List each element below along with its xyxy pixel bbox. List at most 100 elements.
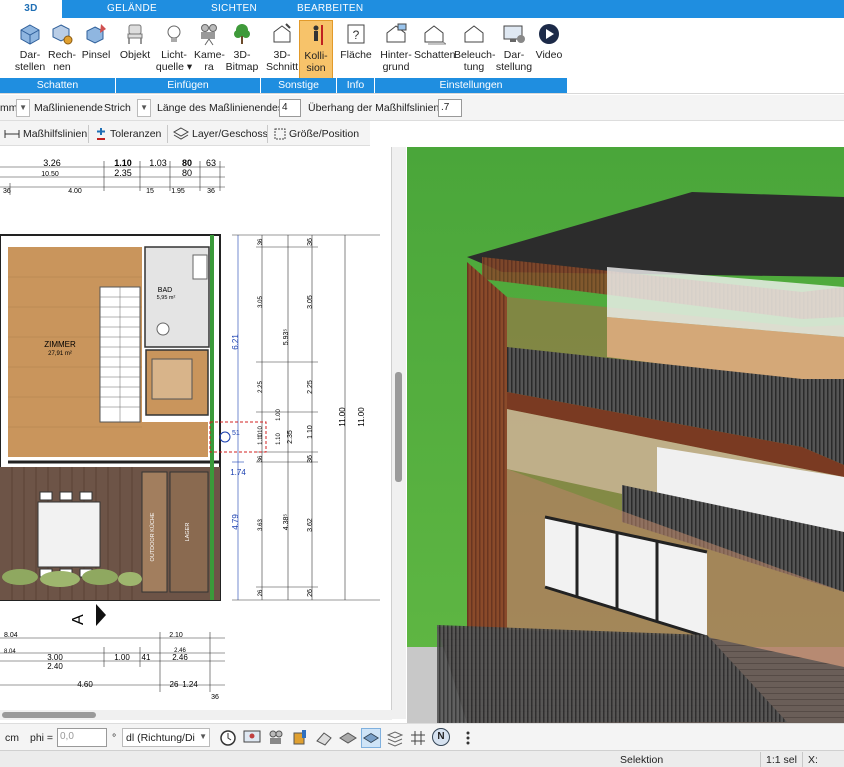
dim-right-36a: 36: [258, 238, 264, 245]
status-bar: Selektion 1:1 sel X:: [0, 750, 844, 767]
length-spinner[interactable]: 4: [279, 99, 301, 117]
tolerances-button[interactable]: Toleranzen: [95, 125, 161, 143]
3d-bitmap-button[interactable]: 3D- Bitmap: [224, 20, 260, 80]
tab-sichten[interactable]: SICHTEN: [200, 0, 268, 18]
tab-3d[interactable]: 3D: [0, 0, 62, 18]
dim-top-3-26: 3.26: [43, 158, 61, 168]
degree-label: °: [112, 732, 117, 744]
dim-bottom-2-10: 2.10: [169, 632, 183, 639]
unit-dropdown[interactable]: ▼: [16, 99, 30, 117]
object-button[interactable]: Objekt: [118, 20, 152, 80]
phi-input[interactable]: 0,0: [57, 728, 107, 747]
3d-bitmap-label-1: 3D-: [233, 49, 251, 61]
end-dropdown[interactable]: ▼: [137, 99, 151, 117]
plan-vertical-scrollbar[interactable]: [392, 147, 406, 719]
dim-right-4-79: 4.79: [231, 514, 240, 530]
room-label-outdoor-kitchen: OUTDOOR KÜCHE: [149, 512, 156, 561]
area-button[interactable]: ? Fläche: [339, 20, 373, 80]
background-button[interactable]: Hinter- grund: [378, 20, 414, 80]
clock-icon[interactable]: [218, 728, 238, 748]
dim-bottom-8-04b: 8.04: [4, 649, 16, 655]
chair-icon: [127, 24, 143, 44]
light-source-label-2: quelle ▾: [155, 61, 193, 73]
size-position-button[interactable]: Größe/Position: [274, 125, 359, 143]
calculate-button[interactable]: Rech- nen: [46, 20, 78, 80]
room-label-bad: BAD: [158, 287, 172, 294]
texture-icon[interactable]: [338, 728, 358, 748]
background-label-2: grund: [382, 61, 410, 73]
dim-bottom-2-40: 2.40: [47, 662, 63, 671]
render-button[interactable]: Dar- stellen: [12, 20, 48, 80]
dim-right-3-05b: 3.05: [307, 295, 314, 309]
cube-icon: [20, 24, 40, 45]
more-options-icon[interactable]: [458, 728, 478, 748]
layer-button[interactable]: Layer/Geschoss: [173, 125, 268, 143]
overhang-spinner[interactable]: .7: [438, 99, 462, 117]
light-source-button[interactable]: Licht- quelle ▾: [155, 20, 193, 80]
chevron-down-icon: ▼: [140, 103, 148, 112]
room-label-zimmer: ZIMMER: [44, 340, 76, 349]
3d-bitmap-label-2: Bitmap: [225, 61, 259, 73]
phi-value: 0,0: [60, 731, 74, 742]
bottom-toolbar: cm phi = 0,0 ° dl (Richtung/Di ▼ N: [0, 723, 844, 750]
object-label: Objekt: [119, 49, 151, 61]
person-icon: [313, 25, 323, 45]
dim-right-1-10b: 1.10: [307, 425, 314, 439]
status-scale: 1:1 sel: [766, 754, 797, 766]
property-bar: mm ▼ Maßlinienende Strich ▼ Länge des Ma…: [0, 95, 844, 121]
length-label: Länge des Maßlinienendes: [157, 102, 284, 114]
eraser-icon[interactable]: [314, 728, 334, 748]
house-light-icon: [464, 25, 484, 43]
dim-right-36d: 36: [307, 455, 314, 463]
group-misc: Sonstige: [261, 78, 337, 93]
plane-view-button[interactable]: [361, 728, 381, 748]
lighting-button[interactable]: Beleuch- tung: [454, 20, 495, 80]
tab-bearbeiten[interactable]: BEARBEITEN: [297, 0, 363, 18]
scroll-thumb[interactable]: [395, 372, 402, 482]
display-settings-label-1: Dar-: [503, 49, 525, 61]
3d-section-button[interactable]: 3D- Schnitt: [265, 20, 299, 80]
brush-label: Pinsel: [81, 49, 111, 61]
collision-button[interactable]: Kolli- sion: [299, 20, 333, 80]
tab-gelaende[interactable]: GELÄNDE: [98, 0, 166, 18]
display-settings-button[interactable]: Dar- stellung: [494, 20, 534, 80]
3d-rendering: [407, 147, 844, 723]
dim-small-1-10b: 1.10: [276, 433, 282, 445]
area-label: Fläche: [340, 49, 372, 61]
dim-bottom-36: 36: [211, 694, 219, 701]
aux-lines-button[interactable]: Maßhilfslinien: [4, 125, 87, 143]
grid-icon[interactable]: [408, 728, 428, 748]
ribbon-tab-bar: 3D GELÄNDE SICHTEN BEARBEITEN: [0, 0, 844, 18]
north-button[interactable]: N: [432, 728, 452, 748]
plan-horizontal-scrollbar[interactable]: [0, 710, 392, 720]
overhang-value: .7: [441, 102, 450, 113]
plus-minus-icon: [97, 128, 105, 141]
camera-path-icon[interactable]: [266, 728, 286, 748]
window-handle-icon[interactable]: [219, 431, 231, 443]
camera-button[interactable]: Kame- ra: [194, 20, 225, 80]
resize-box-icon: [274, 128, 286, 140]
video-button[interactable]: Video: [534, 20, 564, 80]
dim-right-4-38: 4.38⁵: [283, 514, 290, 531]
scroll-thumb[interactable]: [2, 712, 96, 718]
shadow-button[interactable]: Schatten: [414, 20, 455, 80]
dim-bottom-41: 41: [142, 653, 151, 662]
layers-stack-icon[interactable]: [385, 728, 405, 748]
dim-top-1-10: 1.10: [114, 158, 132, 168]
separator: [88, 125, 89, 143]
brush-button[interactable]: Pinsel: [80, 20, 112, 80]
3d-view[interactable]: [407, 147, 844, 723]
separator: [760, 752, 761, 767]
monitor-person-icon[interactable]: [242, 728, 262, 748]
floor-plan-view[interactable]: 3.26 1.10 1.03 80 63 10.50 2.35 80 36 4.…: [0, 147, 392, 710]
paint-bucket-icon[interactable]: [290, 728, 310, 748]
dim-right-26b: 26: [307, 589, 314, 597]
direction-dropdown[interactable]: dl (Richtung/Di ▼: [122, 728, 210, 747]
dim-small-1-00: 1.00: [276, 409, 282, 421]
aux-lines-label: Maßhilfslinien: [23, 128, 88, 140]
dim-right-2-25b: 2.25: [307, 380, 314, 394]
dim-small-51: 51: [232, 430, 240, 437]
dim-top-1-03: 1.03: [149, 158, 167, 168]
dim-small-1-10: 1.10: [258, 433, 264, 445]
chevron-down-icon: ▼: [199, 732, 207, 741]
